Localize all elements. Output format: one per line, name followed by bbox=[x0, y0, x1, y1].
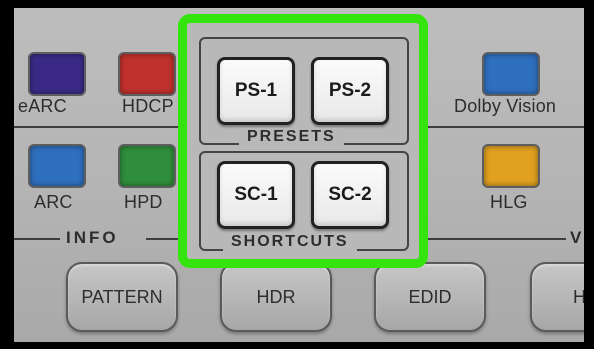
hlg-led bbox=[482, 144, 540, 188]
sc-2-button[interactable]: SC-2 bbox=[311, 161, 389, 229]
hd-button-partial[interactable]: HD bbox=[530, 262, 584, 332]
presets-label: PRESETS bbox=[239, 128, 344, 146]
shortcuts-label: SHORTCUTS bbox=[223, 233, 357, 251]
highlight-box: PS-1 PS-2 PRESETS SC-1 SC-2 SHORTCUTS bbox=[178, 14, 428, 268]
edid-button[interactable]: EDID bbox=[374, 262, 486, 332]
hpd-led bbox=[118, 144, 176, 188]
earc-led bbox=[28, 52, 86, 96]
hdcp-label: HDCP bbox=[122, 96, 174, 116]
hlg-label: HLG bbox=[490, 192, 528, 212]
dolby-vision-label: Dolby Vision bbox=[454, 96, 557, 116]
sc-1-button[interactable]: SC-1 bbox=[217, 161, 295, 229]
ps-2-button[interactable]: PS-2 bbox=[311, 57, 389, 125]
earc-label: eARC bbox=[18, 96, 67, 116]
info-rule-left bbox=[14, 238, 60, 240]
right-section-label-partial: V bbox=[570, 228, 584, 247]
hdr-button[interactable]: HDR bbox=[220, 262, 332, 332]
dolby-vision-led bbox=[482, 52, 540, 96]
arc-label: ARC bbox=[34, 192, 73, 212]
ps-1-button[interactable]: PS-1 bbox=[217, 57, 295, 125]
hpd-label: HPD bbox=[124, 192, 163, 212]
arc-led bbox=[28, 144, 86, 188]
pattern-button[interactable]: PATTERN bbox=[66, 262, 178, 332]
info-section-label: INFO bbox=[66, 228, 119, 247]
hdcp-led bbox=[118, 52, 176, 96]
